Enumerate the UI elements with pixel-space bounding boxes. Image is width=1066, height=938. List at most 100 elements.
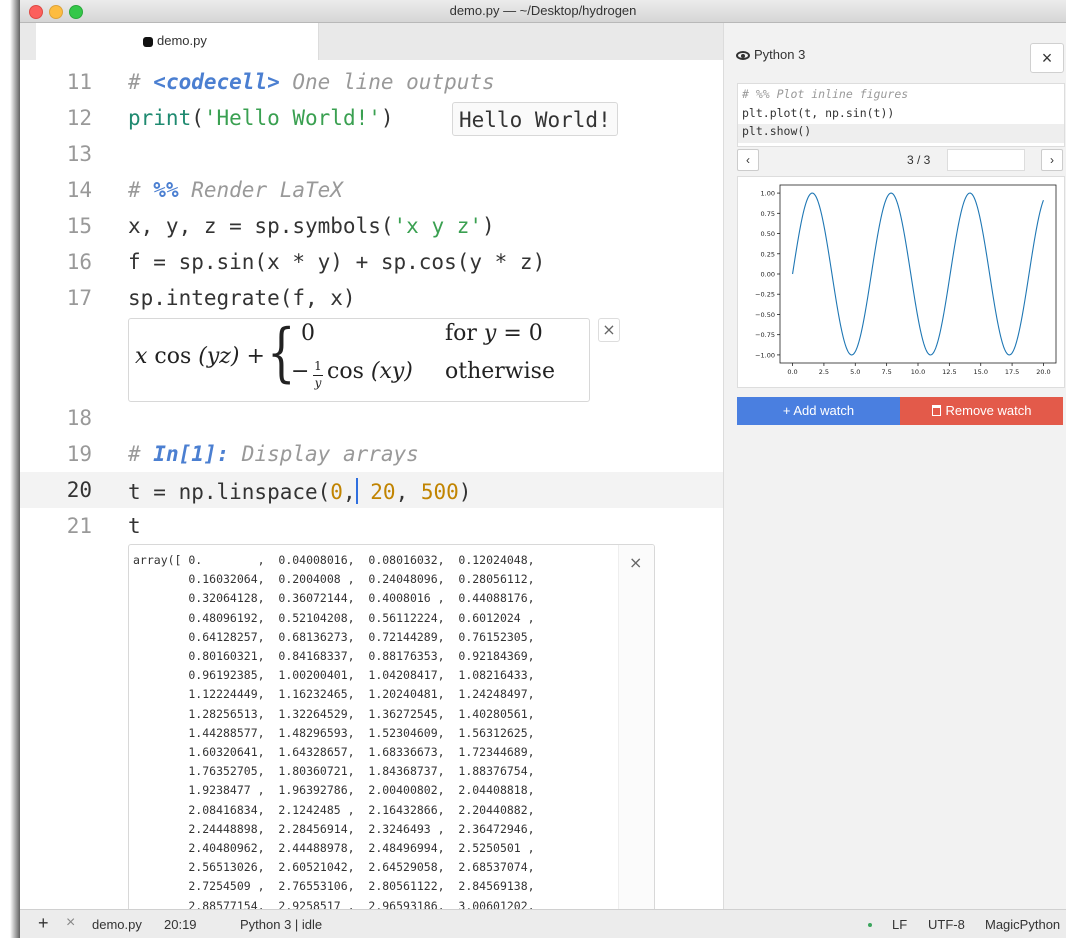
- code-line-11[interactable]: # <codecell> One line outputs: [128, 70, 495, 94]
- code-editor[interactable]: 11 12 13 14 15 16 17 18 19 20 21 # <code…: [20, 60, 723, 909]
- remove-watch-button[interactable]: Remove watch: [900, 397, 1063, 425]
- code-line-12[interactable]: print('Hello World!'): [128, 106, 394, 130]
- latex-text: +: [239, 344, 265, 369]
- line-number: 17: [66, 286, 92, 310]
- add-icon[interactable]: +: [38, 913, 49, 934]
- latex-text: = 0: [496, 321, 543, 346]
- number-literal: 0: [330, 480, 343, 504]
- code-text: ): [482, 214, 495, 238]
- code-line-20[interactable]: t = np.linspace(0, 20, 500): [128, 478, 471, 504]
- status-file[interactable]: demo.py: [92, 917, 142, 932]
- line-number: 15: [66, 214, 92, 238]
- status-grammar[interactable]: MagicPython: [985, 917, 1060, 932]
- watch-code-line: plt.show(): [738, 124, 1064, 143]
- latex-var: y: [483, 321, 497, 346]
- status-line-ending[interactable]: LF: [892, 917, 907, 932]
- code-line-21[interactable]: t: [128, 514, 141, 538]
- eye-icon: [736, 51, 750, 60]
- code-text: t = np.linspace(: [128, 480, 331, 504]
- window-title: demo.py — ~/Desktop/hydrogen: [449, 3, 637, 18]
- watch-code-editor[interactable]: # %% Plot inline figures plt.plot(t, np.…: [737, 83, 1065, 147]
- python-icon: [143, 37, 153, 47]
- number-literal: 20: [370, 480, 396, 504]
- line-number: 13: [66, 142, 92, 166]
- latex-frac-den: y: [314, 376, 322, 390]
- x-tick-label: 2.5: [819, 368, 829, 376]
- remove-watch-label: Remove watch: [945, 403, 1032, 418]
- add-watch-button[interactable]: + Add watch: [737, 397, 900, 425]
- code-line-17[interactable]: sp.integrate(f, x): [128, 286, 356, 310]
- line-number: 16: [66, 250, 92, 274]
- latex-text: for: [445, 321, 484, 346]
- watch-kernel-header: Python 3: [736, 47, 805, 62]
- y-tick-label: 0.25: [761, 250, 775, 258]
- x-tick-label: 7.5: [881, 368, 891, 376]
- code-line-16[interactable]: f = sp.sin(x * y) + sp.cos(y * z): [128, 250, 545, 274]
- comment-text: One line outputs: [279, 70, 495, 94]
- code-line-19[interactable]: # In[1]: Display arrays: [128, 442, 419, 466]
- y-tick-label: −0.50: [755, 311, 775, 319]
- x-tick-label: 15.0: [973, 368, 987, 376]
- x-tick-label: 20.0: [1036, 368, 1050, 376]
- x-tick-label: 5.0: [850, 368, 860, 376]
- latex-text: cos: [147, 344, 199, 369]
- tab-bar: demo.py: [20, 23, 723, 61]
- code-text: x, y, z = sp.symbols(: [128, 214, 394, 238]
- x-tick-label: 10.0: [911, 368, 925, 376]
- close-icon[interactable]: ×: [66, 914, 75, 932]
- comment-text: Render LaTeX: [178, 178, 343, 202]
- array-output[interactable]: array([ 0. , 0.04008016, 0.08016032, 0.1…: [128, 544, 655, 909]
- git-status-dot: [868, 923, 872, 927]
- watch-close-button[interactable]: ×: [1030, 43, 1064, 73]
- history-next-button[interactable]: ›: [1041, 149, 1063, 171]
- latex-case2-expr: cos (xy): [327, 359, 413, 384]
- comment-text: Display arrays: [229, 442, 419, 466]
- code-text: ): [458, 480, 472, 504]
- line-number-active: 20: [66, 478, 92, 502]
- array-close-icon[interactable]: ×: [629, 553, 642, 572]
- comment-text: #: [128, 70, 154, 94]
- latex-var: (yz): [198, 344, 240, 369]
- cell-marker: %%: [153, 178, 179, 202]
- string-literal: 'x y z': [393, 214, 483, 238]
- latex-close-icon[interactable]: ×: [598, 318, 620, 342]
- watch-kernel-label: Python 3: [754, 47, 806, 62]
- history-slider[interactable]: [947, 149, 1025, 171]
- y-tick-label: 0.50: [761, 230, 775, 238]
- screenshot-frame: demo.py — ~/Desktop/hydrogen demo.py 11 …: [0, 0, 1066, 938]
- status-cursor-position[interactable]: 20:19: [164, 917, 197, 932]
- tab-demo-py[interactable]: demo.py: [36, 23, 319, 61]
- latex-case1-cond: for y = 0: [445, 321, 543, 346]
- plot-output: 1.00 0.75 0.50 0.25 0.00 −0.25 −0.50 −0.75 −1.00…: [737, 176, 1065, 388]
- code-text: ,: [395, 480, 421, 504]
- app-window: demo.py — ~/Desktop/hydrogen demo.py 11 …: [20, 0, 1066, 938]
- y-tick-label: 0.75: [761, 210, 775, 218]
- y-tick-label: −0.75: [755, 331, 775, 339]
- history-counter: 3 / 3: [907, 153, 931, 167]
- code-line-15[interactable]: x, y, z = sp.symbols('x y z'): [128, 214, 495, 238]
- history-prev-button[interactable]: ‹: [737, 149, 759, 171]
- array-output-scrollbar[interactable]: [618, 545, 654, 909]
- trash-icon: [931, 405, 941, 416]
- y-tick-label: 1.00: [761, 190, 775, 198]
- latex-text: cos: [327, 359, 371, 384]
- comment-text: #: [128, 442, 154, 466]
- line-number: 12: [66, 106, 92, 130]
- sine-plot: 1.00 0.75 0.50 0.25 0.00 −0.25 −0.50 −0.75 −1.00…: [755, 184, 1057, 376]
- x-tick-label: 12.5: [942, 368, 956, 376]
- cell-marker: <codecell>: [153, 70, 280, 94]
- code-line-14[interactable]: # %% Render LaTeX: [128, 178, 343, 202]
- code-text: ): [380, 106, 394, 130]
- status-kernel[interactable]: Python 3 | idle: [240, 917, 322, 932]
- latex-output: x cos (yz) + { 0 for y = 0 − 1 y cos (xy…: [128, 318, 590, 402]
- x-tick-label: 0.0: [787, 368, 797, 376]
- title-bar: demo.py — ~/Desktop/hydrogen: [20, 0, 1066, 23]
- watch-code-line: plt.plot(t, np.sin(t)): [742, 106, 895, 120]
- line-number: 18: [66, 406, 92, 430]
- tab-label: demo.py: [157, 33, 207, 48]
- status-encoding[interactable]: UTF-8: [928, 917, 965, 932]
- x-tick-label: 17.5: [1005, 368, 1019, 376]
- code-text: (: [191, 106, 204, 130]
- y-tick-label: −0.25: [755, 291, 775, 299]
